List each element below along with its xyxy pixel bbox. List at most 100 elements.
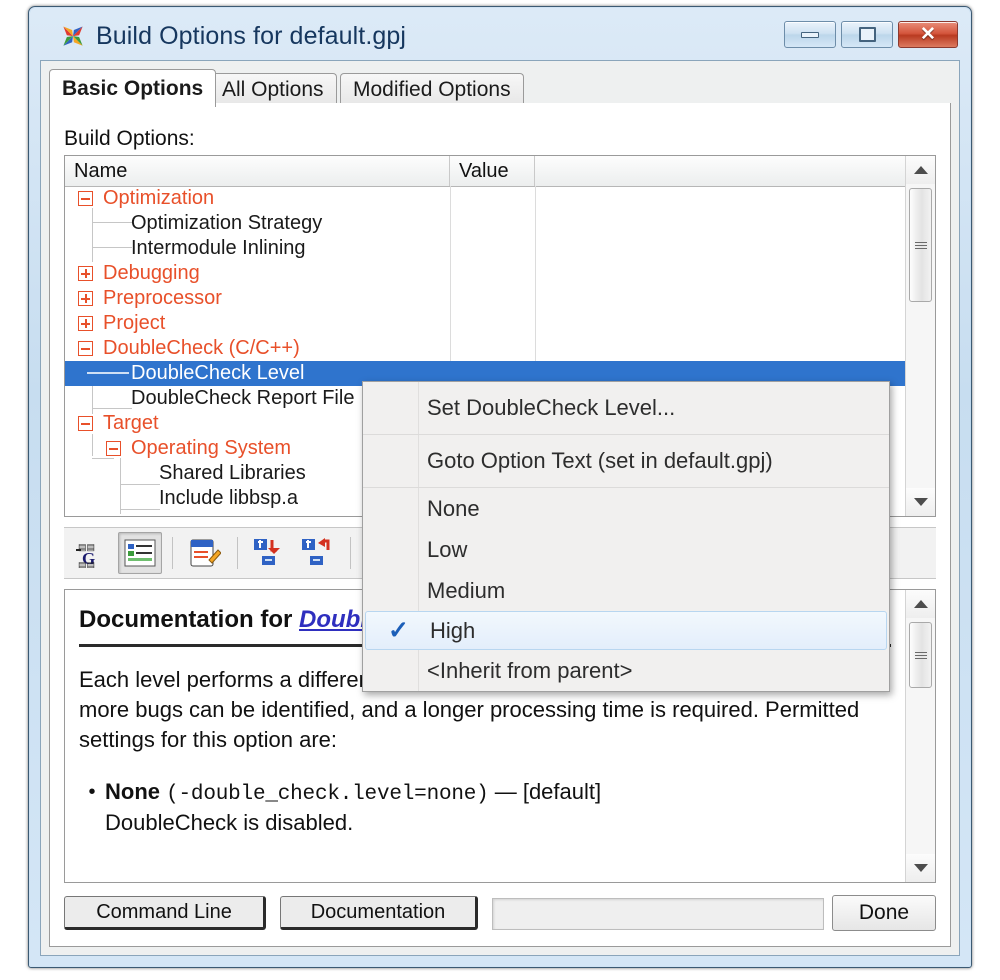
close-button[interactable]: ✕ [898, 21, 958, 48]
scroll-down-button[interactable] [906, 488, 935, 516]
tree-item-label: Optimization [103, 187, 215, 209]
tab-strip: Basic Options All Options Modified Optio… [49, 69, 951, 107]
list-item: • None (-double_check.level=none) — [def… [79, 777, 891, 838]
menu-item-label: <Inherit from parent> [427, 657, 633, 683]
menu-item-low[interactable]: Low [363, 529, 889, 570]
tab-basic-options[interactable]: Basic Options [49, 69, 217, 107]
button-label: Documentation [310, 900, 446, 923]
menu-item-set-doublecheck-level[interactable]: Set DoubleCheck Level... [363, 382, 889, 434]
menu-item-label: Goto Option Text (set in default.gpj) [427, 448, 773, 473]
done-button[interactable]: Done [832, 895, 936, 931]
edit-option-icon [190, 539, 221, 567]
table-row[interactable]: Project [65, 311, 935, 336]
list-item-description: DoubleCheck is disabled. [105, 810, 354, 836]
multi-star-icon [63, 26, 83, 46]
minimize-icon [801, 31, 819, 38]
expander-minus-icon[interactable] [78, 341, 93, 356]
previous-modified-icon [302, 538, 330, 565]
tab-all-options[interactable]: All Options [209, 73, 337, 105]
svg-text:▤▤: ▤▤ [78, 560, 95, 568]
heading-prefix: Documentation for [79, 606, 299, 633]
column-header-extra[interactable] [535, 156, 935, 186]
documentation-vertical-scrollbar[interactable] [905, 590, 935, 882]
list-item-term: None [105, 778, 160, 804]
table-row[interactable]: Intermodule Inlining [65, 236, 935, 261]
tree-vertical-scrollbar[interactable] [905, 156, 935, 516]
tree-item-label: Debugging [103, 262, 200, 284]
arrow-up-icon [913, 166, 928, 174]
scroll-up-button[interactable] [906, 590, 935, 618]
menu-item-label: Medium [427, 577, 506, 603]
minimize-button[interactable] [784, 21, 836, 48]
expander-plus-icon[interactable] [78, 291, 93, 306]
option-list-view-icon [124, 539, 156, 567]
grip-icon [914, 650, 927, 660]
goto-option-text-button[interactable]: ▤▤ G ▤▤ [70, 532, 114, 574]
next-modified-button[interactable] [248, 532, 292, 574]
expander-plus-icon[interactable] [78, 316, 93, 331]
tree-item-label: Include libbsp.a [159, 487, 298, 509]
column-header-value[interactable]: Value [450, 156, 535, 186]
tree-guide [87, 372, 129, 374]
tree-item-label: Optimization Strategy [131, 212, 323, 234]
option-list-view-button[interactable] [118, 532, 162, 574]
goto-option-text-icon: ▤▤ G ▤▤ [76, 542, 95, 568]
toolbar-separator [172, 537, 173, 569]
menu-item-medium[interactable]: Medium [363, 570, 889, 611]
arrow-down-icon [913, 864, 928, 872]
doublecheck-level-context-menu[interactable]: Set DoubleCheck Level... Goto Option Tex… [362, 381, 890, 692]
command-line-button[interactable]: Command Line [64, 896, 266, 930]
expander-minus-icon[interactable] [106, 441, 121, 456]
scrollbar-thumb[interactable] [909, 622, 932, 688]
tree-item-label: DoubleCheck Report File [131, 387, 355, 409]
tree-item-label: Preprocessor [103, 287, 222, 309]
list-item-code: (-double_check.level=none) [166, 782, 489, 806]
maximize-icon [858, 27, 876, 42]
bottom-bar: Command Line Documentation Done [64, 892, 936, 936]
menu-item-none[interactable]: None [363, 488, 889, 529]
table-row[interactable]: Preprocessor [65, 286, 935, 311]
menu-item-label: None [427, 495, 480, 521]
table-row[interactable]: DoubleCheck (C/C++) [65, 336, 935, 361]
edit-option-button[interactable] [183, 532, 227, 574]
tree-item-label: Intermodule Inlining [131, 237, 306, 259]
tree-item-label: DoubleCheck (C/C++) [103, 337, 300, 359]
expander-minus-icon[interactable] [78, 416, 93, 431]
expander-minus-icon[interactable] [78, 191, 93, 206]
scroll-up-button[interactable] [906, 156, 935, 184]
next-modified-icon [254, 539, 280, 565]
maximize-button[interactable] [841, 21, 893, 48]
documentation-button[interactable]: Documentation [280, 896, 478, 930]
table-row[interactable]: Optimization [65, 186, 935, 211]
table-row[interactable]: Debugging [65, 261, 935, 286]
tree-item-label: Operating System [131, 437, 292, 459]
menu-item-label: Set DoubleCheck Level... [427, 395, 676, 420]
close-icon: ✕ [920, 24, 936, 45]
title-bar[interactable]: Build Options for default.gpj ✕ [30, 8, 970, 60]
grip-icon [914, 240, 927, 250]
tab-modified-options[interactable]: Modified Options [340, 73, 524, 105]
menu-item-goto-option-text[interactable]: Goto Option Text (set in default.gpj) [363, 435, 889, 487]
column-header-name[interactable]: Name [65, 156, 450, 186]
bullet-icon: • [88, 780, 96, 803]
toolbar-separator [237, 537, 238, 569]
check-icon: ✓ [388, 616, 409, 644]
button-label: Command Line [96, 900, 232, 923]
scroll-down-button[interactable] [906, 854, 935, 882]
previous-modified-button[interactable] [296, 532, 340, 574]
status-field[interactable] [492, 898, 824, 930]
screen: Build Options for default.gpj ✕ Basic Op… [0, 0, 1000, 980]
list-item-suffix: — [default] [494, 778, 602, 804]
menu-item-high[interactable]: ✓ High [365, 611, 887, 650]
caption-buttons: ✕ [784, 21, 958, 48]
table-row[interactable]: Optimization Strategy [65, 211, 935, 236]
tree-item-label: Project [103, 312, 166, 334]
scrollbar-thumb[interactable] [909, 188, 932, 302]
arrow-down-icon [913, 498, 928, 506]
tab-label: Modified Options [353, 77, 511, 101]
expander-plus-icon[interactable] [78, 266, 93, 281]
menu-item-label: High [430, 617, 476, 643]
tree-item-label: Target [103, 412, 159, 434]
tree-header: Name Value [65, 156, 935, 187]
menu-item-inherit-from-parent[interactable]: <Inherit from parent> [363, 650, 889, 691]
